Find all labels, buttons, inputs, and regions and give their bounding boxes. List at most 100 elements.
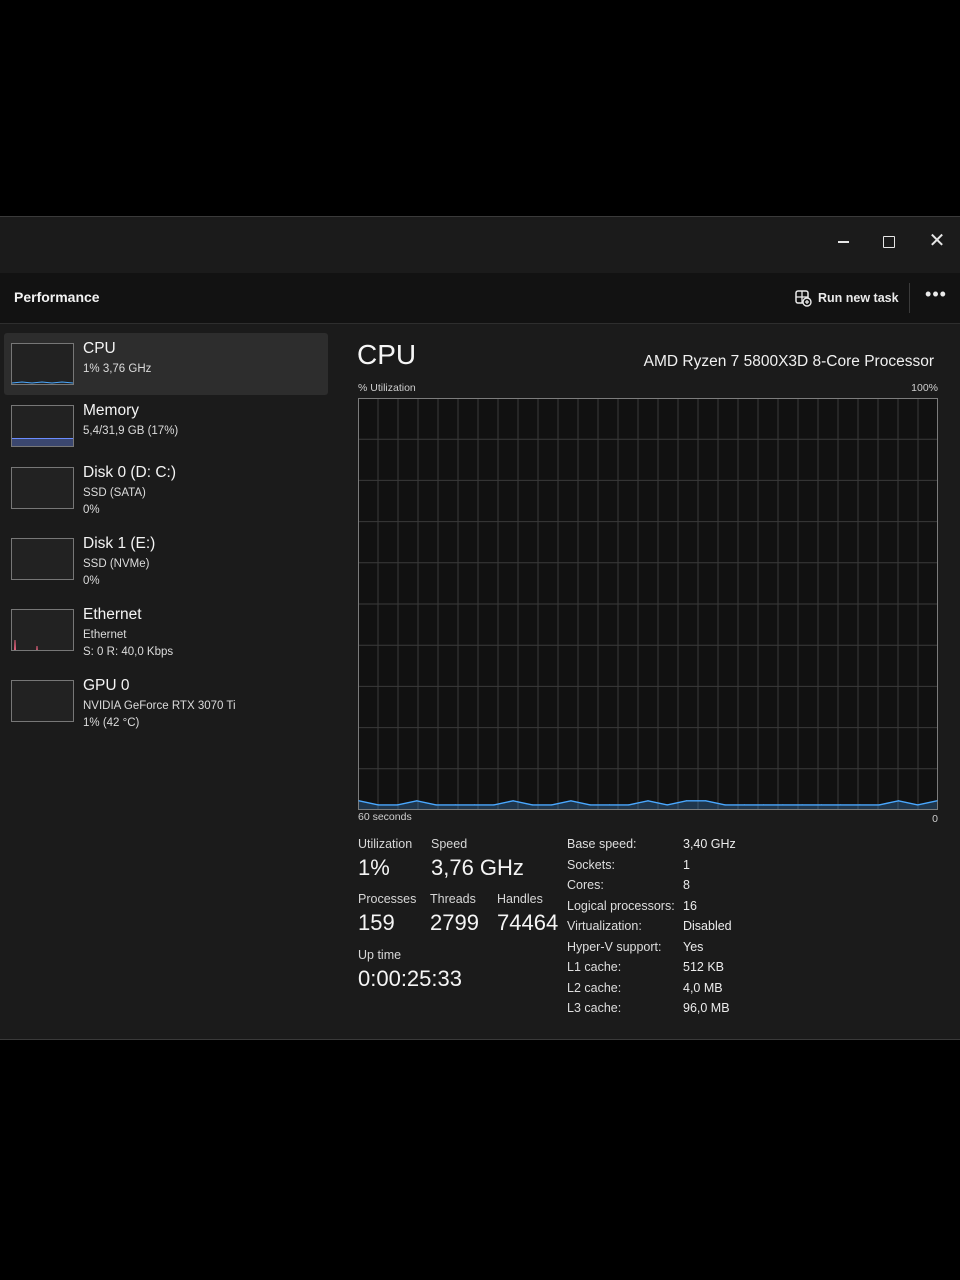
cpu-utilization-point bbox=[724, 804, 726, 806]
sidebar-item-detail: NVIDIA GeForce RTX 3070 Ti bbox=[83, 700, 236, 712]
hyper-v-value: Yes bbox=[683, 940, 704, 954]
more-options-button[interactable]: ••• bbox=[924, 285, 948, 309]
cpu-utilization-point bbox=[763, 804, 765, 806]
sidebar-item-detail: 5,4/31,9 GB (17%) bbox=[83, 425, 179, 437]
cpu-utilization-point bbox=[840, 804, 842, 806]
cpu-utilization-point bbox=[936, 800, 938, 802]
l1-cache-label: L1 cache: bbox=[567, 960, 622, 974]
cpu-utilization-point bbox=[435, 804, 437, 806]
sidebar-item-value: 0% bbox=[83, 575, 100, 587]
utilization-value: 1% bbox=[358, 855, 390, 880]
logical-processors-value: 16 bbox=[683, 899, 697, 913]
min-axis-label: 0 bbox=[932, 813, 938, 825]
virtualization-label: Virtualization: bbox=[567, 919, 642, 933]
cpu-utilization-point bbox=[589, 804, 591, 806]
sidebar-item-label: Disk 1 (E:) bbox=[83, 535, 156, 552]
cpu-utilization-point bbox=[897, 800, 900, 802]
page-title: Performance bbox=[14, 289, 100, 305]
cpu-utilization-point bbox=[917, 804, 919, 806]
cores-label: Cores: bbox=[567, 878, 604, 892]
maximize-button[interactable] bbox=[872, 225, 906, 257]
uptime-value: 0:00:25:33 bbox=[358, 966, 462, 991]
cpu-utilization-point bbox=[801, 804, 803, 806]
cpu-heading: CPU bbox=[357, 339, 417, 370]
cpu-utilization-point bbox=[685, 800, 688, 802]
run-new-task-button[interactable]: Run new task bbox=[794, 285, 899, 311]
threads-value: 2799 bbox=[430, 910, 479, 935]
sidebar-item-detail: 1% 3,76 GHz bbox=[83, 363, 152, 375]
sockets-value: 1 bbox=[683, 858, 690, 872]
cpu-utilization-point bbox=[666, 804, 668, 806]
cpu-utilization-point bbox=[454, 804, 456, 806]
cpu-utilization-graph bbox=[358, 398, 938, 810]
memory-fill bbox=[12, 438, 73, 446]
sidebar-item-gpu-0[interactable]: GPU 0 NVIDIA GeForce RTX 3070 Ti 1% (42 … bbox=[4, 670, 328, 732]
cpu-utilization-point bbox=[608, 804, 611, 806]
sidebar-item-cpu[interactable]: CPU 1% 3,76 GHz bbox=[4, 333, 328, 395]
cpu-utilization-point bbox=[358, 800, 360, 802]
sidebar-item-ethernet[interactable]: Ethernet Ethernet S: 0 R: 40,0 Kbps bbox=[4, 599, 328, 661]
task-manager-window: ✕ Performance Run new task ••• CPU 1% 3,… bbox=[0, 216, 960, 1040]
cpu-thumbnail-graph bbox=[11, 343, 74, 385]
disk-0-thumbnail-graph bbox=[11, 467, 74, 509]
cpu-thumbnail-line bbox=[12, 381, 73, 384]
performance-header: Performance Run new task ••• bbox=[0, 273, 960, 324]
cpu-utilization-point bbox=[628, 804, 630, 806]
sockets-label: Sockets: bbox=[567, 858, 615, 872]
cpu-utilization-point bbox=[531, 804, 533, 806]
sidebar-item-value: 0% bbox=[83, 504, 100, 516]
run-task-icon bbox=[795, 290, 812, 307]
sidebar-item-label: CPU bbox=[83, 340, 116, 357]
uptime-label: Up time bbox=[358, 948, 402, 962]
ethernet-thumbnail-line bbox=[13, 639, 38, 650]
sidebar-item-value: S: 0 R: 40,0 Kbps bbox=[83, 646, 174, 658]
cpu-model-name: AMD Ryzen 7 5800X3D 8-Core Processor bbox=[643, 353, 934, 370]
hyper-v-label: Hyper-V support: bbox=[567, 940, 662, 954]
minimize-button[interactable] bbox=[826, 225, 860, 257]
cpu-utilization-point bbox=[493, 804, 495, 806]
minimize-icon bbox=[837, 241, 849, 244]
cpu-utilization-point bbox=[859, 804, 861, 806]
l1-cache-value: 512 KB bbox=[683, 960, 725, 974]
sidebar-item-disk-1[interactable]: Disk 1 (E:) SSD (NVMe) 0% bbox=[4, 528, 328, 590]
max-axis-label: 100% bbox=[911, 382, 938, 394]
sidebar-item-value: 1% (42 °C) bbox=[83, 717, 140, 729]
processes-value: 159 bbox=[358, 910, 395, 935]
sidebar-item-label: Disk 0 (D: C:) bbox=[83, 464, 176, 481]
l3-cache-label: L3 cache: bbox=[567, 1001, 622, 1015]
base-speed-label: Base speed: bbox=[567, 837, 637, 851]
sidebar-item-label: Ethernet bbox=[83, 606, 142, 623]
memory-thumbnail-graph bbox=[11, 405, 74, 447]
l3-cache-value: 96,0 MB bbox=[683, 1001, 730, 1015]
cpu-utilization-point bbox=[705, 800, 707, 802]
cpu-utilization-point bbox=[512, 800, 514, 802]
l2-cache-label: L2 cache: bbox=[567, 981, 622, 995]
sidebar-item-label: GPU 0 bbox=[83, 677, 130, 694]
close-button[interactable]: ✕ bbox=[920, 225, 954, 257]
sidebar-item-memory[interactable]: Memory 5,4/31,9 GB (17%) bbox=[4, 395, 328, 457]
speed-label: Speed bbox=[431, 837, 468, 851]
base-speed-value: 3,40 GHz bbox=[683, 837, 736, 851]
performance-sidebar: CPU 1% 3,76 GHz Memory 5,4/31,9 GB (17%)… bbox=[0, 325, 334, 1039]
cpu-detail-panel: CPU AMD Ryzen 7 5800X3D 8-Core Processor… bbox=[348, 325, 948, 1039]
handles-value: 74464 bbox=[497, 910, 559, 935]
disk-1-thumbnail-graph bbox=[11, 538, 74, 580]
gpu-thumbnail-graph bbox=[11, 680, 74, 722]
sidebar-item-detail: Ethernet bbox=[83, 629, 127, 641]
cpu-utilization-point bbox=[474, 804, 476, 806]
sidebar-item-disk-0[interactable]: Disk 0 (D: C:) SSD (SATA) 0% bbox=[4, 457, 328, 519]
run-new-task-label: Run new task bbox=[818, 291, 899, 305]
cpu-utilization-point bbox=[878, 804, 880, 806]
l2-cache-value: 4,0 MB bbox=[683, 981, 723, 995]
maximize-icon bbox=[883, 236, 895, 249]
cpu-utilization-point bbox=[551, 804, 553, 806]
utilization-axis-label: % Utilization bbox=[358, 382, 416, 394]
close-icon: ✕ bbox=[928, 230, 946, 252]
cpu-utilization-point bbox=[416, 800, 418, 802]
cpu-utilization-point bbox=[647, 800, 649, 802]
handles-label: Handles bbox=[497, 892, 543, 906]
cpu-utilization-point bbox=[377, 804, 379, 806]
cores-value: 8 bbox=[683, 878, 690, 892]
cpu-utilization-point bbox=[570, 800, 572, 802]
ethernet-thumbnail-graph bbox=[11, 609, 74, 651]
